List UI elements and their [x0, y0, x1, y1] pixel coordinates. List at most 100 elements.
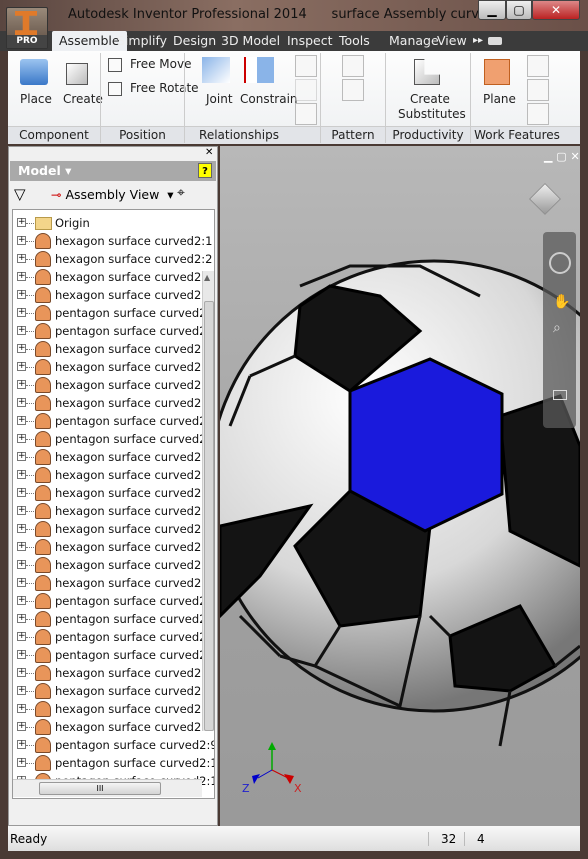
expand-icon[interactable]: + — [17, 758, 26, 767]
expand-icon[interactable]: + — [17, 740, 26, 749]
maximize-button[interactable]: ▢ — [506, 0, 532, 20]
free-move-button[interactable]: Free Move — [130, 57, 191, 71]
tree-line — [26, 673, 34, 674]
show-constraints-icon[interactable] — [295, 55, 317, 77]
expand-icon[interactable]: + — [17, 578, 26, 587]
tree-item-label: pentagon surface curved2:6 — [55, 612, 215, 626]
tree-line — [26, 655, 34, 656]
scroll-up-icon[interactable]: ▲ — [204, 273, 210, 282]
expand-icon[interactable]: + — [17, 272, 26, 281]
joint-button[interactable]: Joint — [206, 92, 233, 106]
tree-item-label: pentagon surface curved2:1 — [55, 306, 215, 320]
help-icon[interactable]: ? — [198, 163, 212, 178]
constrain-button[interactable]: Constrain — [240, 92, 298, 106]
tree-item-label: hexagon surface curved2:6 — [55, 360, 213, 374]
ucs-icon[interactable] — [527, 103, 549, 125]
application-menu-button[interactable]: PRO — [6, 7, 48, 49]
create-button[interactable]: Create — [63, 92, 103, 106]
status-text: Ready — [10, 832, 48, 846]
graphics-viewport[interactable]: ▁ ▢ ✕ ✋ ⌕ Z X — [220, 146, 580, 826]
minimize-button[interactable]: ▁ — [478, 0, 506, 20]
ribbon: Place Create Component Free Move Free Ro… — [8, 51, 580, 144]
tab-inspect[interactable]: Inspect — [280, 31, 340, 51]
pattern-panel-label[interactable]: Pattern — [321, 127, 385, 144]
expand-icon[interactable]: + — [17, 632, 26, 641]
assembly-view-dropdown[interactable]: ⊸ Assembly View ▾ — [51, 187, 174, 202]
expand-icon[interactable]: + — [17, 524, 26, 533]
steering-wheel-icon[interactable] — [549, 252, 571, 274]
model-header[interactable]: Model ▾ ? — [10, 161, 216, 181]
create-icon — [66, 63, 88, 85]
tab-tools[interactable]: Tools — [332, 31, 377, 51]
expand-icon[interactable]: + — [17, 416, 26, 425]
relationships-panel-label[interactable]: Relationships — [185, 127, 293, 144]
expand-icon[interactable]: + — [17, 236, 26, 245]
tabs-overflow-button[interactable]: ▸▸ — [466, 31, 490, 51]
component-panel-label[interactable]: Component — [8, 127, 100, 144]
create-substitutes-button[interactable]: Create — [410, 92, 450, 106]
place-button[interactable]: Place — [20, 92, 52, 106]
expand-icon[interactable]: + — [17, 704, 26, 713]
expand-icon[interactable]: + — [17, 650, 26, 659]
hscroll-thumb[interactable]: III — [39, 782, 161, 795]
expand-icon[interactable]: + — [17, 452, 26, 461]
tab-3d-model[interactable]: 3D Model — [214, 31, 287, 51]
horizontal-scrollbar[interactable]: III — [13, 779, 202, 797]
expand-icon[interactable]: + — [17, 722, 26, 731]
part-icon — [35, 593, 51, 609]
viewport-window-controls[interactable]: ▁ ▢ ✕ — [544, 150, 580, 163]
expand-icon[interactable]: + — [17, 308, 26, 317]
expand-icon[interactable]: + — [17, 344, 26, 353]
tab-simplify[interactable]: Simplify — [110, 31, 174, 51]
expand-icon[interactable]: + — [17, 668, 26, 677]
part-icon — [35, 233, 51, 249]
expand-icon[interactable]: + — [17, 380, 26, 389]
pattern-component-icon[interactable] — [342, 55, 364, 77]
mirror-icon[interactable] — [342, 79, 364, 101]
plane-button[interactable]: Plane — [483, 92, 516, 106]
expand-icon[interactable]: + — [17, 434, 26, 443]
pan-hand-icon[interactable]: ✋ — [553, 294, 570, 310]
part-icon — [35, 701, 51, 717]
point-icon[interactable] — [527, 79, 549, 101]
expand-icon[interactable]: + — [17, 506, 26, 515]
axis-icon[interactable] — [527, 55, 549, 77]
expand-icon[interactable]: + — [17, 488, 26, 497]
tree-item-label: hexagon surface curved2:2 — [55, 252, 213, 266]
create-substitutes-line2[interactable]: Substitutes — [398, 107, 466, 121]
expand-icon[interactable]: + — [17, 362, 26, 371]
ribbon-minimize-icon[interactable] — [488, 37, 502, 45]
expand-icon[interactable]: + — [17, 398, 26, 407]
expand-icon[interactable]: + — [17, 614, 26, 623]
find-binoculars-icon[interactable]: ⌖ — [177, 185, 185, 201]
model-tree: + Origin + hexagon surface curved2:1 + hexago… — [12, 209, 215, 799]
expand-icon[interactable]: + — [17, 686, 26, 695]
show-sick-constraints-icon[interactable] — [295, 79, 317, 101]
expand-icon[interactable]: + — [17, 326, 26, 335]
tree-item-label: hexagon surface curved2:13 — [55, 522, 215, 536]
vertical-scrollbar[interactable]: ▲ — [202, 271, 214, 731]
scrollbar-thumb[interactable] — [204, 301, 214, 731]
tree-item-label: hexagon surface curved2:8 — [55, 396, 213, 410]
zoom-icon[interactable]: ⌕ — [553, 320, 561, 336]
expand-icon[interactable]: + — [17, 218, 26, 227]
part-icon — [35, 449, 51, 465]
look-at-icon[interactable] — [553, 390, 567, 400]
soccer-ball-model[interactable] — [220, 146, 580, 826]
expand-icon[interactable]: + — [17, 470, 26, 479]
expand-icon[interactable]: + — [17, 596, 26, 605]
x-axis-label: X — [294, 782, 302, 795]
expand-icon[interactable]: + — [17, 560, 26, 569]
free-rotate-button[interactable]: Free Rotate — [130, 81, 199, 95]
browser-title: Model — [18, 163, 61, 178]
hide-constraints-icon[interactable] — [295, 103, 317, 125]
expand-icon[interactable]: + — [17, 542, 26, 551]
app-name: Autodesk Inventor Professional 2014 — [68, 7, 307, 22]
position-panel-label[interactable]: Position — [101, 127, 184, 144]
filter-icon[interactable]: ▽ — [14, 185, 26, 203]
close-button[interactable]: ✕ — [532, 0, 580, 20]
browser-close-button[interactable]: ✕ — [205, 147, 213, 158]
plane-icon — [484, 59, 510, 85]
expand-icon[interactable]: + — [17, 290, 26, 299]
expand-icon[interactable]: + — [17, 254, 26, 263]
